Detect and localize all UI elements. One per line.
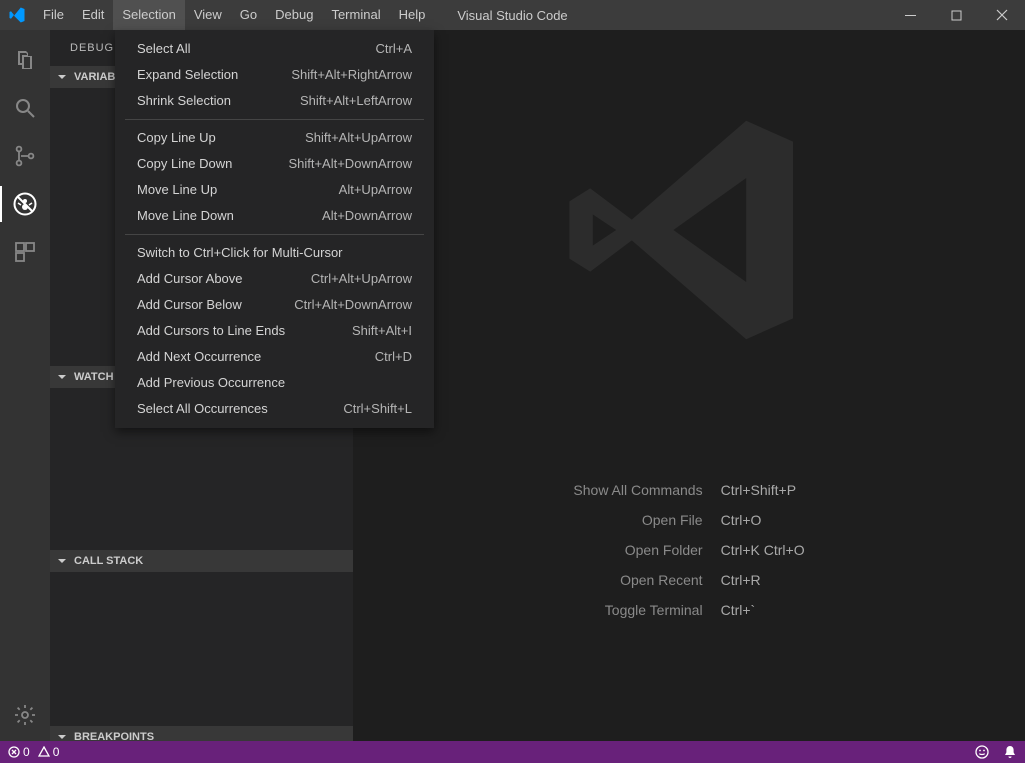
menu-item-label: Add Previous Occurrence [137,374,285,392]
activity-debug-icon[interactable] [0,184,50,224]
section-call-stack[interactable]: CALL STACK [50,550,353,572]
menu-item-move-line-down[interactable]: Move Line Down Alt+DownArrow [115,203,434,229]
menu-item-add-next-occurrence[interactable]: Add Next Occurrence Ctrl+D [115,344,434,370]
window-minimize-button[interactable] [887,0,933,30]
menu-item-add-cursor-below[interactable]: Add Cursor Below Ctrl+Alt+DownArrow [115,292,434,318]
menu-item-label: Move Line Down [137,207,234,225]
menu-item-shortcut: Shift+Alt+DownArrow [288,155,412,173]
activity-scm-icon[interactable] [0,136,50,176]
menu-item-switch-multicursor[interactable]: Switch to Ctrl+Click for Multi-Cursor [115,240,434,266]
menu-item-move-line-up[interactable]: Move Line Up Alt+UpArrow [115,177,434,203]
error-icon [8,746,20,758]
window-title: Visual Studio Code [457,8,567,23]
menu-item-label: Copy Line Down [137,155,232,173]
menu-item-shortcut: Alt+UpArrow [339,181,412,199]
menu-item-label: Expand Selection [137,66,238,84]
menu-debug[interactable]: Debug [266,0,322,30]
menu-item-label: Shrink Selection [137,92,231,110]
menu-item-label: Select All Occurrences [137,400,268,418]
menu-item-label: Switch to Ctrl+Click for Multi-Cursor [137,244,343,262]
menu-item-shortcut: Shift+Alt+LeftArrow [300,92,412,110]
activity-settings-icon[interactable] [0,695,50,735]
menu-go[interactable]: Go [231,0,266,30]
hint-keys: Ctrl+R [721,572,805,588]
menu-separator [125,119,424,120]
hint-keys: Ctrl+O [721,512,805,528]
section-label: CALL STACK [74,555,143,567]
menu-item-shortcut: Shift+Alt+UpArrow [305,129,412,147]
error-count: 0 [23,745,30,759]
menu-item-label: Move Line Up [137,181,217,199]
status-bell-icon[interactable] [1003,745,1017,759]
menu-item-select-all[interactable]: Select All Ctrl+A [115,36,434,62]
window-close-button[interactable] [979,0,1025,30]
menu-terminal[interactable]: Terminal [322,0,389,30]
activity-search-icon[interactable] [0,88,50,128]
menu-item-label: Add Cursor Above [137,270,243,288]
titlebar: File Edit Selection View Go Debug Termin… [0,0,1025,30]
twistie-down-icon [54,72,70,82]
menu-item-add-cursor-above[interactable]: Add Cursor Above Ctrl+Alt+UpArrow [115,266,434,292]
watermark-logo-icon [559,100,819,360]
menu-item-label: Add Next Occurrence [137,348,261,366]
menu-separator [125,234,424,235]
menu-item-shortcut: Ctrl+A [376,40,412,58]
menu-view[interactable]: View [185,0,231,30]
menu-item-shrink-selection[interactable]: Shrink Selection Shift+Alt+LeftArrow [115,88,434,114]
menu-bar: File Edit Selection View Go Debug Termin… [34,0,434,30]
hint-label: Toggle Terminal [573,602,702,618]
menu-file[interactable]: File [34,0,73,30]
section-label: WATCH [74,371,114,383]
status-problems[interactable]: 0 0 [8,745,59,759]
menu-selection[interactable]: Selection [113,0,184,30]
hint-label: Open Recent [573,572,702,588]
menu-item-shortcut: Shift+Alt+RightArrow [291,66,412,84]
selection-menu-dropdown: Select All Ctrl+A Expand Selection Shift… [115,30,434,428]
activity-bar [0,30,50,741]
vscode-logo-icon [0,6,34,24]
menu-item-shortcut: Ctrl+Alt+UpArrow [311,270,412,288]
activity-extensions-icon[interactable] [0,232,50,272]
welcome-hints: Show All Commands Ctrl+Shift+P Open File… [573,482,804,618]
menu-item-copy-line-down[interactable]: Copy Line Down Shift+Alt+DownArrow [115,151,434,177]
hint-keys: Ctrl+` [721,602,805,618]
activity-explorer-icon[interactable] [0,40,50,80]
window-maximize-button[interactable] [933,0,979,30]
menu-help[interactable]: Help [390,0,435,30]
hint-label: Open File [573,512,702,528]
menu-item-copy-line-up[interactable]: Copy Line Up Shift+Alt+UpArrow [115,125,434,151]
menu-item-label: Add Cursor Below [137,296,242,314]
menu-item-shortcut: Alt+DownArrow [322,207,412,225]
menu-item-add-previous-occurrence[interactable]: Add Previous Occurrence [115,370,434,396]
menu-item-label: Select All [137,40,190,58]
hint-label: Open Folder [573,542,702,558]
menu-item-shortcut: Ctrl+D [375,348,412,366]
menu-edit[interactable]: Edit [73,0,113,30]
menu-item-shortcut: Ctrl+Shift+L [343,400,412,418]
menu-item-label: Copy Line Up [137,129,216,147]
menu-item-shortcut: Ctrl+Alt+DownArrow [294,296,412,314]
hint-keys: Ctrl+K Ctrl+O [721,542,805,558]
warning-count: 0 [53,745,60,759]
status-feedback-icon[interactable] [975,745,989,759]
menu-item-expand-selection[interactable]: Expand Selection Shift+Alt+RightArrow [115,62,434,88]
twistie-down-icon [54,372,70,382]
menu-item-add-cursors-line-ends[interactable]: Add Cursors to Line Ends Shift+Alt+I [115,318,434,344]
menu-item-shortcut: Shift+Alt+I [352,322,412,340]
menu-item-label: Add Cursors to Line Ends [137,322,285,340]
twistie-down-icon [54,556,70,566]
warning-icon [38,746,50,758]
editor-area: Show All Commands Ctrl+Shift+P Open File… [353,30,1025,741]
hint-keys: Ctrl+Shift+P [721,482,805,498]
hint-label: Show All Commands [573,482,702,498]
menu-item-select-all-occurrences[interactable]: Select All Occurrences Ctrl+Shift+L [115,396,434,422]
status-bar: 0 0 [0,741,1025,763]
